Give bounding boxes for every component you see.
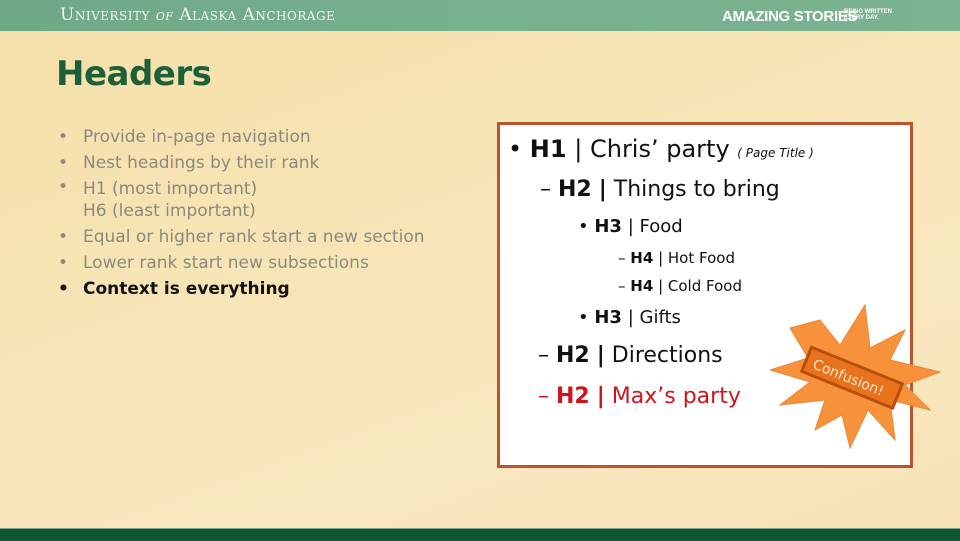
heading-level: H4 (630, 277, 654, 295)
separator: | (627, 307, 634, 328)
bullet-dot-icon: • (578, 307, 589, 328)
example-h2: – H2 | Directions (538, 343, 723, 368)
bullet-text: H1 (most important) (83, 179, 258, 199)
example-h2: – H2 | Things to bring (540, 177, 780, 202)
bullet-dot-icon: • (58, 153, 69, 173)
university-logo-text: University of Alaska Anchorage (60, 5, 335, 25)
example-h3: • H3 | Food (578, 216, 683, 237)
heading-text: Things to bring (613, 177, 780, 202)
heading-level: H2 (558, 177, 592, 202)
confusion-burst-callout: Confusion! (770, 303, 942, 450)
bullet-text-continuation: H6 (least important) (83, 201, 256, 221)
heading-level: H4 (630, 249, 654, 267)
bullet-text: Nest headings by their rank (83, 153, 320, 173)
heading-text: Hot Food (667, 249, 735, 267)
bullet-item: • Equal or higher rank start a new sectio… (58, 224, 425, 250)
heading-text: Directions (611, 343, 723, 368)
bullet-text: Context is everything (83, 279, 290, 299)
heading-text: Chris’ party (589, 135, 730, 163)
bullet-text: Equal or higher rank start a new section (83, 227, 425, 247)
dash-icon: – (618, 277, 626, 295)
logo-word-alaska-anchorage: Alaska Anchorage (179, 5, 336, 25)
separator: | (596, 343, 605, 368)
slogan: AMAZING STORIES (722, 8, 858, 25)
dash-icon: – (540, 177, 551, 202)
bullet-dot-icon: • (58, 253, 69, 273)
heading-text: Max’s party (611, 384, 741, 409)
example-h1: • H1 | Chris’ party ( Page Title ) (508, 135, 814, 163)
bullet-text: Provide in-page navigation (83, 127, 311, 147)
separator: | (658, 249, 664, 267)
heading-level: H2 (556, 343, 590, 368)
slide-title: Headers (56, 54, 212, 94)
bullet-dot-icon: • (58, 127, 69, 147)
example-h4: – H4 | Cold Food (618, 277, 742, 295)
separator: | (598, 177, 607, 202)
heading-level: H1 (529, 135, 567, 163)
bullet-list: • Provide in-page navigation • Nest headin… (58, 124, 425, 302)
bullet-item: • Lower rank start new subsections (58, 250, 425, 276)
example-h4: – H4 | Hot Food (618, 249, 735, 267)
bottom-bar (0, 528, 960, 541)
slogan-tagline: BEING WRITTEN EVERY DAY. (844, 9, 892, 21)
bullet-item: • Provide in-page navigation (58, 124, 425, 150)
separator: | (658, 277, 664, 295)
dash-icon: – (538, 343, 549, 368)
bullet-dot-icon: • (58, 177, 69, 197)
logo-word-of: of (155, 6, 174, 24)
example-h2-highlighted: – H2 | Max’s party (538, 384, 741, 409)
bullet-text: Lower rank start new subsections (83, 253, 369, 273)
separator: | (627, 216, 634, 237)
bullet-item: • Nest headings by their rank (58, 150, 425, 176)
bullet-dot-icon: • (58, 227, 69, 247)
separator: | (596, 384, 605, 409)
dash-icon: – (618, 249, 626, 267)
separator: | (574, 135, 583, 163)
heading-text: Cold Food (667, 277, 742, 295)
bullet-dot-icon: • (578, 216, 589, 237)
bullet-dot-icon: • (508, 135, 523, 163)
bullet-item-emphasis: • Context is everything (58, 276, 425, 302)
heading-text: Gifts (639, 307, 681, 328)
top-banner: University of Alaska Anchorage AMAZING S… (0, 0, 960, 31)
heading-level: H3 (594, 307, 622, 328)
bullet-item: • H1 (most important) H6 (least important) (58, 176, 425, 224)
heading-note: ( Page Title ) (737, 146, 814, 160)
bullet-dot-icon: • (58, 279, 69, 299)
heading-level: H2 (556, 384, 590, 409)
dash-icon: – (538, 384, 549, 409)
example-h3: • H3 | Gifts (578, 307, 681, 328)
heading-level: H3 (594, 216, 622, 237)
heading-text: Food (639, 216, 683, 237)
logo-word-university: University (60, 5, 150, 25)
